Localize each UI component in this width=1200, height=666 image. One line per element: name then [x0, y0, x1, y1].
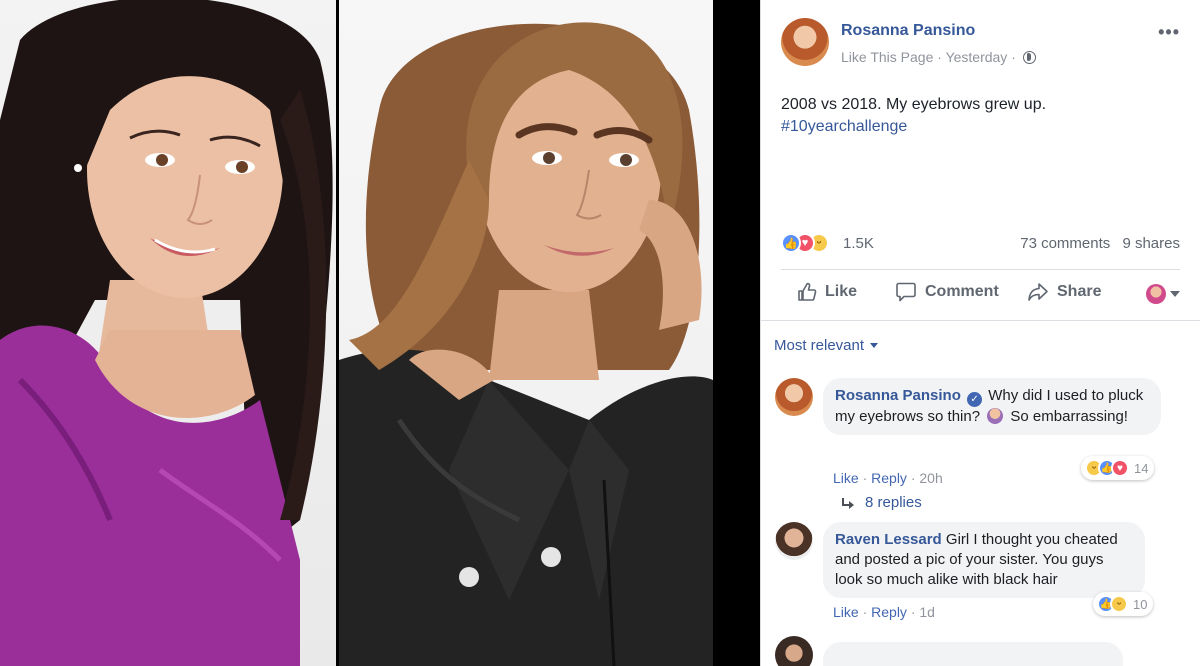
comment-reply-link[interactable]: Reply [871, 470, 907, 486]
post-photo[interactable] [0, 0, 760, 666]
react-as-avatar [1146, 284, 1166, 304]
sort-label: Most relevant [774, 337, 865, 354]
comment-item: Rosanna Pansino ✓ Why did I used to pluc… [775, 378, 1180, 486]
comment-text-part2: So embarrassing! [1010, 408, 1128, 425]
comment-like-link[interactable]: Like [833, 604, 859, 620]
commenter-avatar[interactable] [775, 378, 813, 416]
react-as-selector[interactable] [1146, 284, 1180, 304]
post-body: 2008 vs 2018. My eyebrows grew up. [781, 96, 1047, 113]
post-action-bar: Like Comment Share [781, 272, 1180, 318]
comment-button-label: Comment [925, 283, 999, 300]
verified-icon: ✓ [967, 392, 983, 407]
like-button[interactable]: Like [797, 282, 857, 302]
meta-separator: · [1011, 49, 1020, 65]
comment-item [775, 636, 1180, 666]
comment-reply-link[interactable]: Reply [871, 604, 907, 620]
hashtag-link[interactable]: #10yearchallenge [781, 116, 1181, 138]
post-time[interactable]: Yesterday [946, 49, 1008, 65]
comment-bubble: Rosanna Pansino ✓ Why did I used to pluc… [823, 378, 1161, 435]
comment-time[interactable]: 1d [919, 604, 935, 620]
share-button[interactable]: Share [1027, 282, 1101, 302]
reply-arrow-icon [841, 497, 855, 509]
post-meta: Like This Page · Yesterday · [841, 49, 1036, 65]
post-header: Rosanna Pansino Like This Page · Yesterd… [781, 18, 1180, 70]
comment-author-link[interactable]: Raven Lessard [835, 531, 942, 548]
action-separator: · [862, 604, 872, 620]
like-button-label: Like [825, 283, 858, 300]
love-reaction-icon: ♥ [1111, 459, 1129, 477]
comment-reactions[interactable]: ᵕ 👍 ♥ 14 [1081, 456, 1155, 480]
comment-like-link[interactable]: Like [833, 470, 859, 486]
comment-item: Raven Lessard Girl I thought you cheated… [775, 522, 1180, 622]
action-separator: · [862, 470, 872, 486]
comment-actions: Like · Reply · 20h [833, 470, 943, 486]
comment-icon [896, 282, 916, 302]
meta-separator: · [937, 49, 946, 65]
page-avatar[interactable] [781, 18, 829, 66]
comment-author-link[interactable]: Rosanna Pansino [835, 387, 961, 404]
shares-count-link[interactable]: 9 shares [1122, 235, 1180, 252]
facepalm-emoji-icon [987, 408, 1004, 424]
comment-reaction-count: 14 [1134, 460, 1149, 476]
commenter-avatar[interactable] [775, 636, 813, 666]
comment-bubble: Raven Lessard Girl I thought you cheated… [823, 522, 1145, 598]
comments-count-link[interactable]: 73 comments [1020, 235, 1110, 252]
photo-2018-illustration [339, 22, 713, 666]
photo-2018 [339, 0, 713, 666]
comments-list: Rosanna Pansino ✓ Why did I used to pluc… [761, 370, 1200, 666]
more-icon[interactable]: ••• [1158, 22, 1180, 43]
photo-2008-illustration [0, 0, 333, 666]
comment-reaction-count: 10 [1133, 596, 1148, 612]
photo-2008 [0, 0, 336, 666]
divider [781, 269, 1180, 270]
comment-sort-row: Most relevant [761, 320, 1200, 370]
comment-bubble [823, 642, 1123, 666]
globe-icon [1022, 51, 1036, 64]
engagement-counts: 73 comments 9 shares [1020, 235, 1180, 252]
caret-down-icon [1170, 291, 1180, 297]
comment-actions: Like · Reply · 1d [833, 604, 935, 620]
page-name-link[interactable]: Rosanna Pansino [841, 22, 975, 40]
replies-count: 8 replies [865, 494, 922, 511]
comment-time[interactable]: 20h [919, 470, 942, 486]
sort-dropdown[interactable]: Most relevant [774, 337, 879, 354]
caret-down-icon [870, 343, 879, 348]
thumbs-up-icon [798, 282, 817, 301]
like-reaction-icon: 👍 [781, 233, 801, 253]
post-text: 2008 vs 2018. My eyebrows grew up. #10ye… [781, 94, 1181, 138]
share-button-label: Share [1057, 283, 1102, 300]
comment-reactions[interactable]: 👍 ᵕ 10 [1093, 592, 1154, 616]
share-icon [1028, 283, 1048, 301]
comment-button[interactable]: Comment [895, 282, 999, 302]
facebook-post-panel: Rosanna Pansino Like This Page · Yesterd… [760, 0, 1200, 666]
like-page-link[interactable]: Like This Page [841, 49, 933, 65]
haha-reaction-icon: ᵕ [1110, 595, 1128, 613]
view-replies-link[interactable]: 8 replies [841, 494, 922, 511]
reaction-count[interactable]: 1.5K [843, 235, 874, 252]
reactions-summary: 👍 ♥ ᵕ 1.5K 73 comments 9 shares [781, 232, 1180, 258]
commenter-avatar[interactable] [775, 522, 813, 560]
